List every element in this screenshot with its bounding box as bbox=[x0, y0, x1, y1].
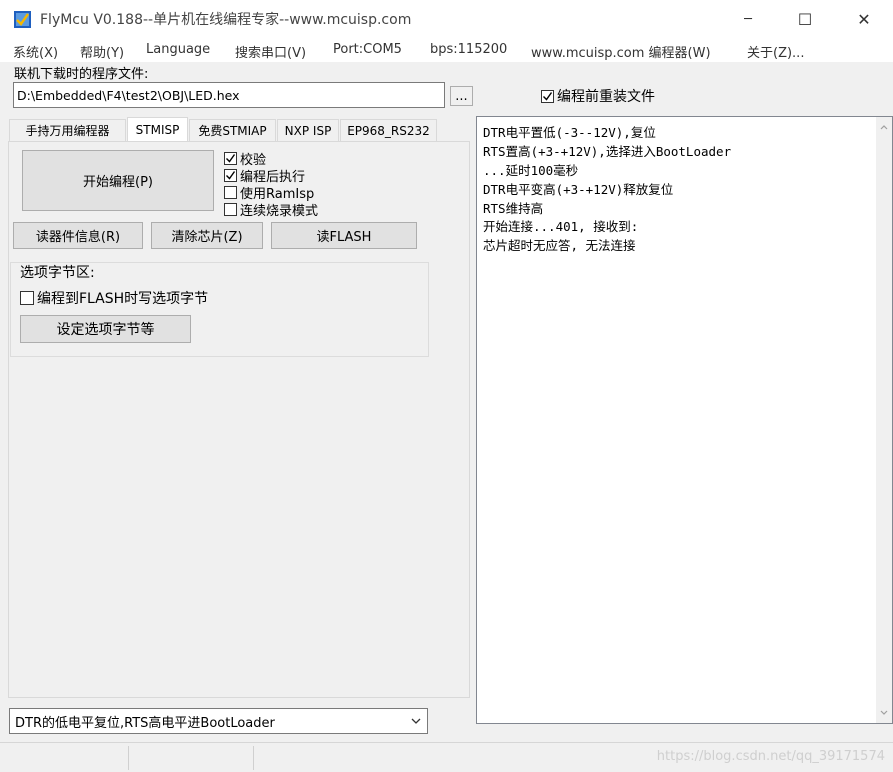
status-divider bbox=[128, 746, 129, 770]
log-line: DTR电平变高(+3-+12V)释放复位 bbox=[483, 182, 674, 197]
checkbox-icon bbox=[541, 89, 554, 103]
checkbox-icon bbox=[224, 169, 237, 182]
status-divider bbox=[253, 746, 254, 770]
file-path-field[interactable]: D:\Embedded\F4\test2\OBJ\LED.hex bbox=[13, 82, 445, 108]
minimize-button[interactable]: ─ bbox=[725, 0, 771, 38]
menu-bps[interactable]: bps:115200 bbox=[430, 42, 507, 57]
app-icon bbox=[14, 11, 31, 28]
menu-system[interactable]: 系统(X) bbox=[13, 42, 58, 61]
close-icon: ✕ bbox=[857, 9, 871, 29]
menu-help[interactable]: 帮助(Y) bbox=[80, 42, 124, 61]
close-button[interactable]: ✕ bbox=[841, 0, 887, 38]
continuous-burn-label: 连续烧录模式 bbox=[240, 204, 319, 219]
status-bar: https://blog.csdn.net/qq_39171574 bbox=[0, 742, 893, 772]
log-line: DTR电平置低(-3--12V),复位 bbox=[483, 125, 656, 140]
file-label: 联机下载时的程序文件: bbox=[14, 67, 149, 82]
log-line: RTS维持高 bbox=[483, 201, 544, 216]
write-option-bytes-checkbox[interactable]: 编程到FLASH时写选项字节 bbox=[20, 288, 208, 308]
reset-mode-value: DTR的低电平复位,RTS高电平进BootLoader bbox=[15, 715, 275, 731]
log-line: RTS置高(+3-+12V),选择进入BootLoader bbox=[483, 144, 732, 159]
log-line: 芯片超时无应答, 无法连接 bbox=[483, 238, 636, 253]
log-scrollbar[interactable] bbox=[876, 117, 892, 723]
log-line: 开始连接...401, 接收到: bbox=[483, 219, 639, 234]
maximize-button[interactable]: ☐ bbox=[782, 0, 828, 38]
read-device-info-button[interactable]: 读器件信息(R) bbox=[13, 222, 143, 249]
browse-button[interactable]: ... bbox=[450, 86, 473, 106]
reload-file-label: 编程前重装文件 bbox=[557, 89, 655, 105]
tab-stmiap[interactable]: 免费STMIAP bbox=[189, 119, 276, 141]
tab-stmisp[interactable]: STMISP bbox=[127, 117, 188, 142]
tab-handheld[interactable]: 手持万用编程器 bbox=[9, 119, 126, 141]
watermark: https://blog.csdn.net/qq_39171574 bbox=[656, 749, 885, 764]
reload-file-checkbox[interactable]: 编程前重装文件 bbox=[541, 86, 655, 106]
continuous-burn-checkbox[interactable]: 连续烧录模式 bbox=[224, 200, 318, 219]
checkbox-icon bbox=[20, 291, 34, 305]
window-title: FlyMcu V0.188--单片机在线编程专家--www.mcuisp.com bbox=[40, 12, 412, 28]
tab-ep968[interactable]: EP968_RS232 bbox=[340, 119, 437, 141]
checkbox-icon bbox=[224, 186, 237, 199]
scroll-up-icon[interactable] bbox=[880, 125, 888, 130]
read-flash-button[interactable]: 读FLASH bbox=[271, 222, 417, 249]
log-line: ...延时100毫秒 bbox=[483, 163, 579, 178]
maximize-icon: ☐ bbox=[797, 9, 813, 29]
menu-about[interactable]: 关于(Z)... bbox=[747, 42, 804, 61]
scroll-down-icon[interactable] bbox=[880, 710, 888, 715]
tab-nxp-isp[interactable]: NXP ISP bbox=[277, 119, 339, 141]
write-option-bytes-label: 编程到FLASH时写选项字节 bbox=[37, 291, 209, 307]
menu-programmer[interactable]: www.mcuisp.com 编程器(W) bbox=[531, 42, 711, 61]
title-bar: FlyMcu V0.188--单片机在线编程专家--www.mcuisp.com… bbox=[0, 0, 893, 38]
start-programming-button[interactable]: 开始编程(P) bbox=[22, 150, 214, 211]
chevron-down-icon[interactable] bbox=[404, 709, 427, 733]
menu-port[interactable]: Port:COM5 bbox=[333, 42, 402, 57]
minimize-icon: ─ bbox=[744, 11, 752, 27]
checkbox-icon bbox=[224, 152, 237, 165]
reset-mode-select[interactable]: DTR的低电平复位,RTS高电平进BootLoader bbox=[9, 708, 428, 734]
set-option-bytes-button[interactable]: 设定选项字节等 bbox=[20, 315, 191, 343]
log-output[interactable]: DTR电平置低(-3--12V),复位 RTS置高(+3-+12V),选择进入B… bbox=[476, 116, 893, 724]
menu-search-port[interactable]: 搜索串口(V) bbox=[235, 42, 306, 61]
erase-chip-button[interactable]: 清除芯片(Z) bbox=[151, 222, 263, 249]
option-bytes-title: 选项字节区: bbox=[20, 265, 95, 281]
menu-language[interactable]: Language bbox=[146, 42, 210, 57]
checkbox-icon bbox=[224, 203, 237, 216]
options-group: 校验 编程后执行 使用RamIsp 连续烧录模式 bbox=[224, 148, 422, 219]
